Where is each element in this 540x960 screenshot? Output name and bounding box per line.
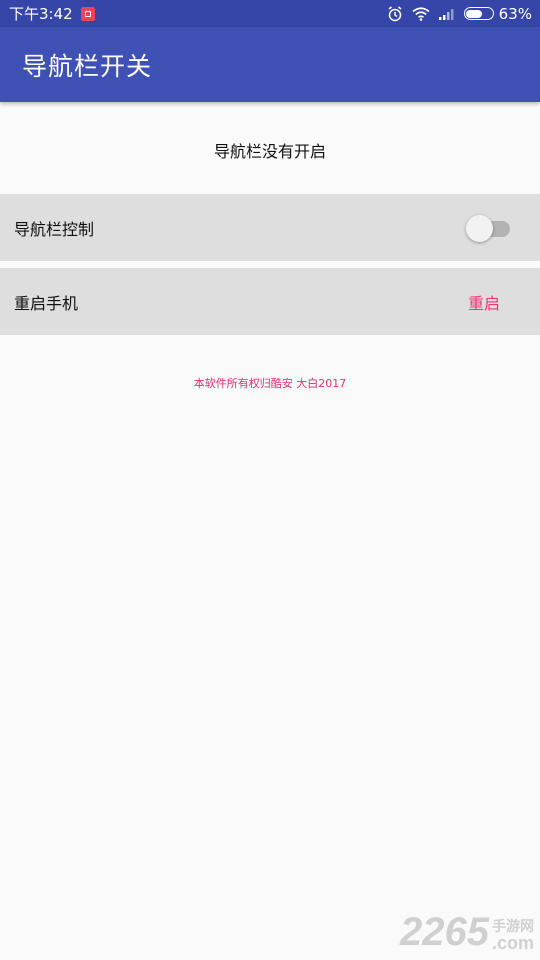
app-bar: 导航栏开关 — [0, 27, 540, 102]
wifi-icon — [412, 6, 430, 21]
restart-label: 重启手机 — [14, 293, 79, 313]
nav-control-label: 导航栏控制 — [14, 219, 95, 239]
page-title: 导航栏开关 — [22, 51, 153, 81]
status-time: 下午3:42 — [9, 5, 73, 23]
battery-icon — [463, 7, 494, 20]
copyright-text: 本软件所有权归酷安 大白2017 — [193, 377, 347, 390]
status-bar: 下午3:42 63% — [0, 0, 540, 27]
status-left: 下午3:42 — [9, 3, 95, 24]
nav-status-message: 导航栏没有开启 — [213, 142, 326, 161]
watermark-site-com: .com — [491, 933, 534, 953]
app-notification-icon — [80, 6, 95, 21]
restart-button[interactable]: 重启 — [468, 290, 500, 314]
watermark-number: 2265 — [400, 910, 489, 954]
battery-percent: 63% — [498, 4, 532, 23]
nav-toggle-switch[interactable] — [466, 213, 512, 243]
signal-icon — [438, 8, 455, 20]
switch-thumb — [466, 214, 493, 242]
watermark-site: 手游网 .com — [492, 920, 534, 952]
alarm-icon — [387, 5, 403, 22]
watermark-site-cn: 手游网 — [491, 919, 534, 935]
watermark-logo: 2265 手游网 .com — [400, 912, 534, 952]
nav-control-row: 导航栏控制 — [0, 194, 540, 261]
restart-row: 重启手机 重启 — [0, 268, 540, 335]
screen: 下午3:42 63% 导航栏开关 导航栏没有开启 导航栏控制 重启手机 重启 本… — [0, 0, 540, 960]
status-right: 63% — [378, 5, 532, 23]
